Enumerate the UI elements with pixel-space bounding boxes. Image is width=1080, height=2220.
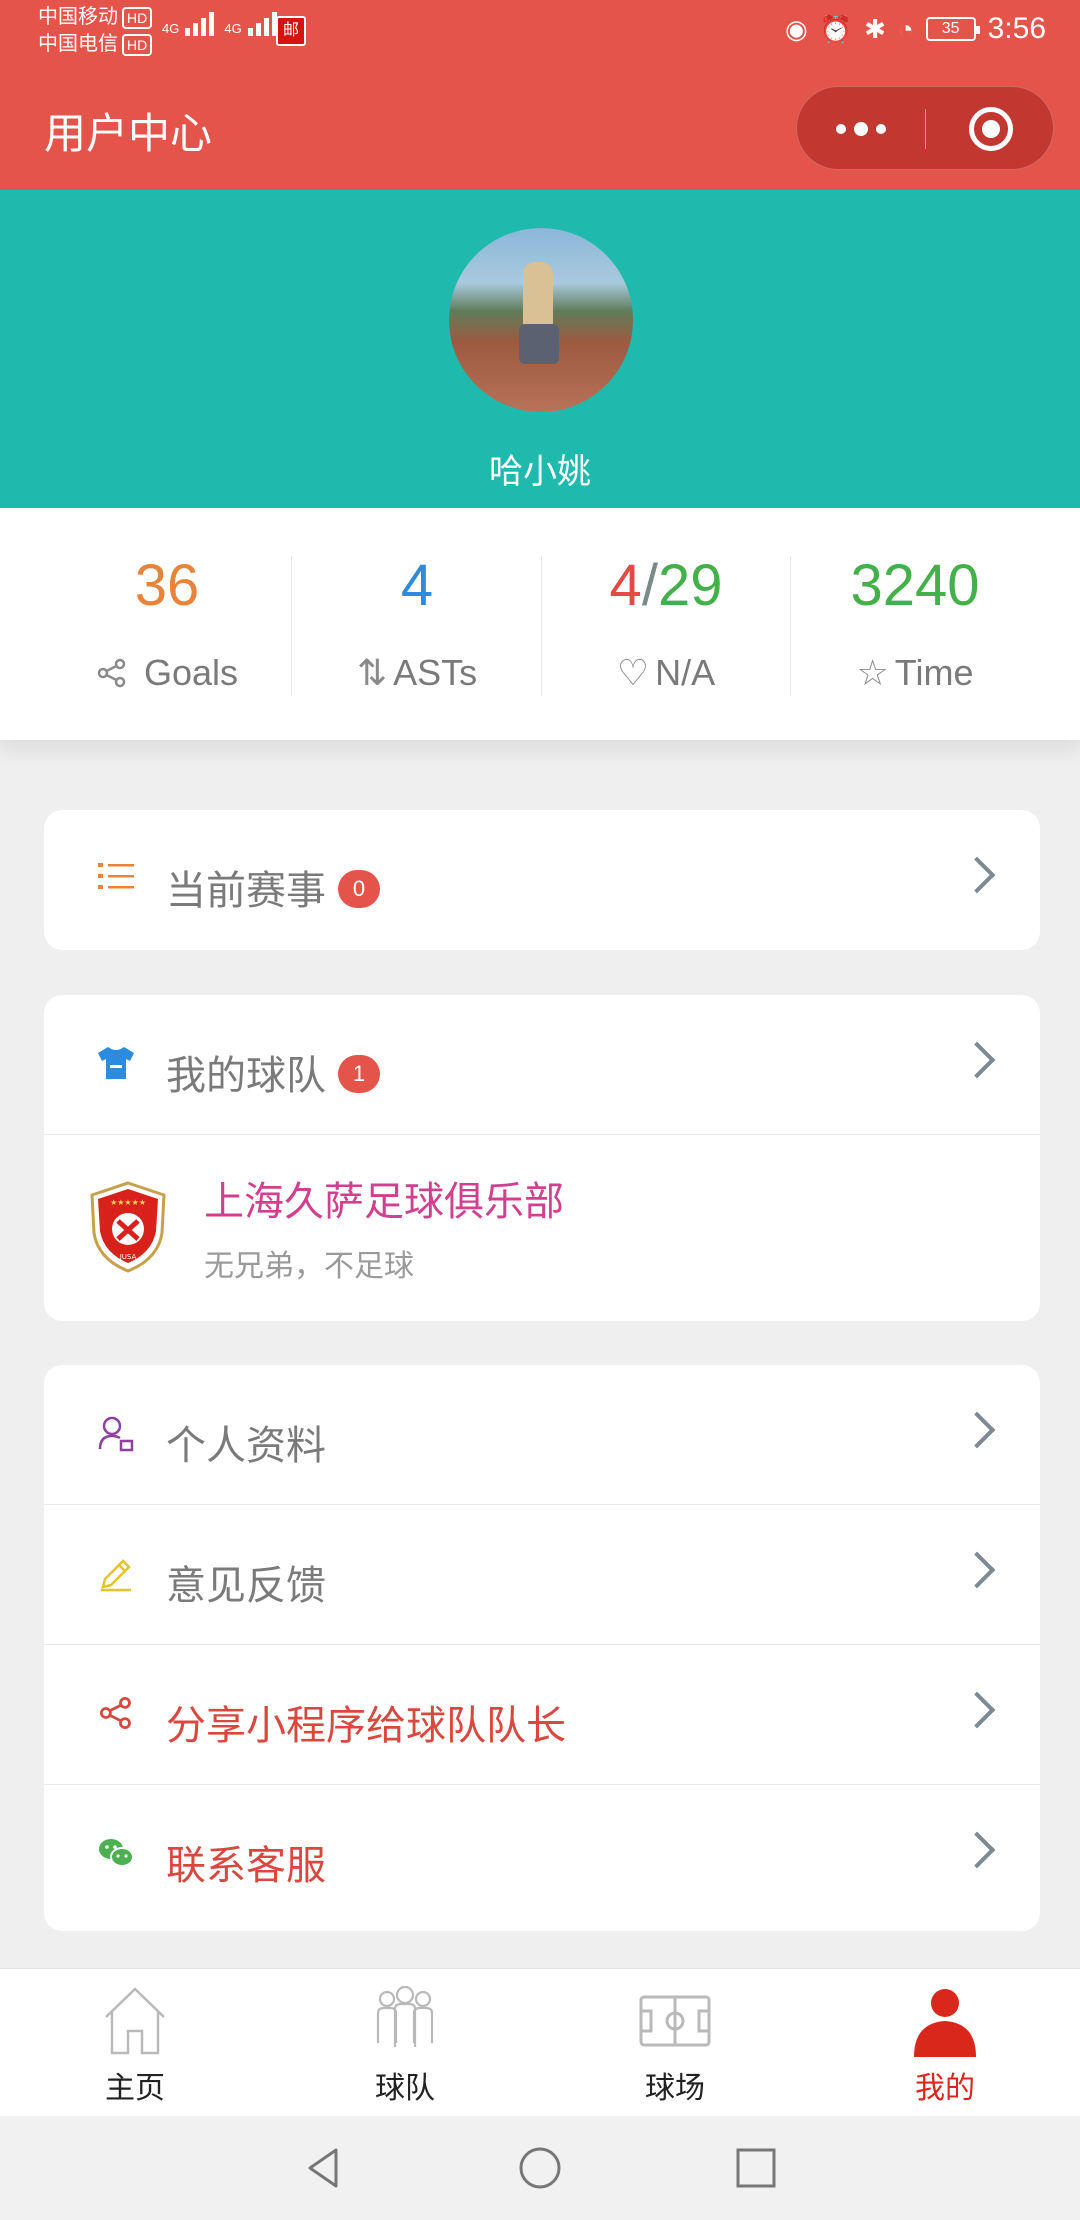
tab-team[interactable]: 球队 (270, 1969, 540, 2117)
stat-record-value: 4/29 (609, 553, 723, 618)
jersey-icon (96, 1045, 136, 1085)
stat-time-value: 3240 (850, 553, 980, 618)
back-icon[interactable] (300, 2144, 348, 2192)
chevron-right-icon (958, 1551, 996, 1589)
menu-label: 联系客服 (166, 1844, 326, 1888)
share-icon (96, 1695, 136, 1735)
android-nav-bar (0, 2116, 1080, 2220)
stat-record: 4/29 ♡ N/A (541, 508, 791, 740)
team-logo: ★★★★★ JUSA (88, 1181, 168, 1273)
profile-icon (96, 1415, 136, 1455)
menu-label: 意见反馈 (166, 1564, 326, 1608)
stat-goals-value: 36 (134, 553, 200, 618)
stat-record-label: N/A (655, 652, 716, 693)
home-nav-icon[interactable] (516, 2144, 564, 2192)
signal-icon-2: 4G (224, 12, 277, 36)
signal-icons: 4G 4G (162, 12, 277, 36)
page-title: 用户中心 (44, 110, 213, 157)
menu-card: 个人资料 意见反馈 分享小程序给球队队长 联系客服 (44, 1365, 1040, 1931)
carrier-info: 中国移动 HD 中国电信 HD (38, 4, 153, 58)
top-bar: 中国移动 HD 中国电信 HD 4G 4G 邮 ◉ ⏰ ✱ ◔ 35 3:56 用户… (0, 0, 1080, 190)
stat-goals: 36 Goals (42, 508, 292, 740)
speed-icon: ◔ (897, 13, 914, 44)
current-match-badge: 0 (338, 870, 380, 909)
avatar[interactable] (449, 228, 633, 412)
stat-assists: 4 ⇅ ASTs (292, 508, 542, 740)
chevron-right-icon (958, 1831, 996, 1869)
stat-time: 3240 ☆ Time (790, 508, 1040, 740)
list-icon (96, 860, 136, 900)
capsule-divider (925, 109, 926, 149)
tab-home[interactable]: 主页 (0, 1969, 270, 2117)
notification-app-icon: 邮 (276, 16, 306, 46)
tab-bar: 主页 球队 球场 我的 (0, 1968, 1080, 2116)
clock: 3:56 (987, 12, 1046, 45)
current-match-row[interactable]: 当前赛事 0 (44, 810, 1040, 950)
status-right: ◉ ⏰ ✱ ◔ 35 3:56 (785, 12, 1046, 46)
menu-item-share[interactable]: 分享小程序给球队队长 (44, 1645, 1040, 1785)
miniprogram-capsule (796, 86, 1054, 170)
close-button[interactable] (969, 107, 1013, 151)
wechat-icon (96, 1835, 136, 1875)
signal-icon-1: 4G (162, 12, 215, 36)
user-icon (914, 1989, 976, 2057)
profile-header: 哈小姚 (0, 190, 1080, 508)
hd-badge-1: HD (122, 7, 153, 29)
share-icon (96, 652, 138, 693)
my-team-label: 我的球队 (166, 1054, 326, 1098)
team-slogan: 无兄弟，不足球 (204, 1250, 414, 1283)
heart-icon: ♡ (616, 652, 650, 693)
menu-item-feedback[interactable]: 意见反馈 (44, 1505, 1040, 1645)
menu-label: 个人资料 (166, 1424, 326, 1468)
carrier-1: 中国移动 (38, 6, 118, 28)
chevron-right-icon (958, 1041, 996, 1079)
team-icon (376, 1985, 434, 2047)
stat-assists-label: ASTs (393, 652, 478, 693)
tab-label: 球场 (645, 2072, 705, 2105)
stat-goals-label: Goals (143, 652, 239, 693)
stat-assists-value: 4 (400, 553, 434, 618)
current-match-label: 当前赛事 (166, 869, 326, 913)
menu-item-profile[interactable]: 个人资料 (44, 1365, 1040, 1505)
pencil-icon (96, 1555, 136, 1595)
my-team-row[interactable]: 我的球队 1 (44, 995, 1040, 1135)
tab-field[interactable]: 球场 (540, 1969, 810, 2117)
tab-label: 我的 (915, 2072, 975, 2105)
carrier-2: 中国电信 (38, 33, 118, 55)
home-icon (105, 1987, 165, 2055)
status-bar: 中国移动 HD 中国电信 HD 4G 4G 邮 ◉ ⏰ ✱ ◔ 35 3:56 (0, 0, 1080, 70)
chevron-right-icon (958, 1691, 996, 1729)
battery-icon: 35 (925, 17, 980, 41)
svg-text:★★★★★: ★★★★★ (110, 1198, 146, 1207)
team-name: 上海久萨足球俱乐部 (204, 1180, 564, 1224)
menu-label: 分享小程序给球队队长 (166, 1704, 566, 1748)
more-button[interactable] (797, 87, 925, 171)
hd-badge-2: HD (122, 34, 153, 56)
sort-arrows-icon: ⇅ (356, 652, 388, 693)
recents-icon[interactable] (732, 2144, 780, 2192)
stat-time-label: Time (894, 652, 974, 693)
username: 哈小姚 (489, 453, 591, 491)
tab-mine[interactable]: 我的 (810, 1969, 1080, 2117)
current-match-card: 当前赛事 0 (44, 810, 1040, 950)
my-team-badge: 1 (338, 1055, 380, 1094)
chevron-right-icon (958, 1411, 996, 1449)
team-item[interactable]: ★★★★★ JUSA 上海久萨足球俱乐部 无兄弟，不足球 (44, 1135, 1040, 1321)
eye-icon: ◉ (785, 13, 808, 44)
tab-label: 球队 (375, 2072, 435, 2105)
my-team-card: 我的球队 1 ★★★★★ JUSA 上海久萨足球俱乐部 无兄弟，不足球 (44, 995, 1040, 1321)
stats-panel: 36 Goals 4 ⇅ ASTs 4/29 ♡ N/A 3240 ☆ Time (0, 508, 1080, 740)
chevron-right-icon (958, 856, 996, 894)
star-icon: ☆ (856, 652, 889, 693)
bluetooth-icon: ✱ (864, 13, 886, 44)
field-icon (639, 1995, 711, 2047)
svg-text:JUSA: JUSA (119, 1253, 137, 1261)
tab-label: 主页 (105, 2072, 165, 2105)
alarm-icon: ⏰ (819, 13, 853, 44)
menu-item-contact[interactable]: 联系客服 (44, 1785, 1040, 1925)
